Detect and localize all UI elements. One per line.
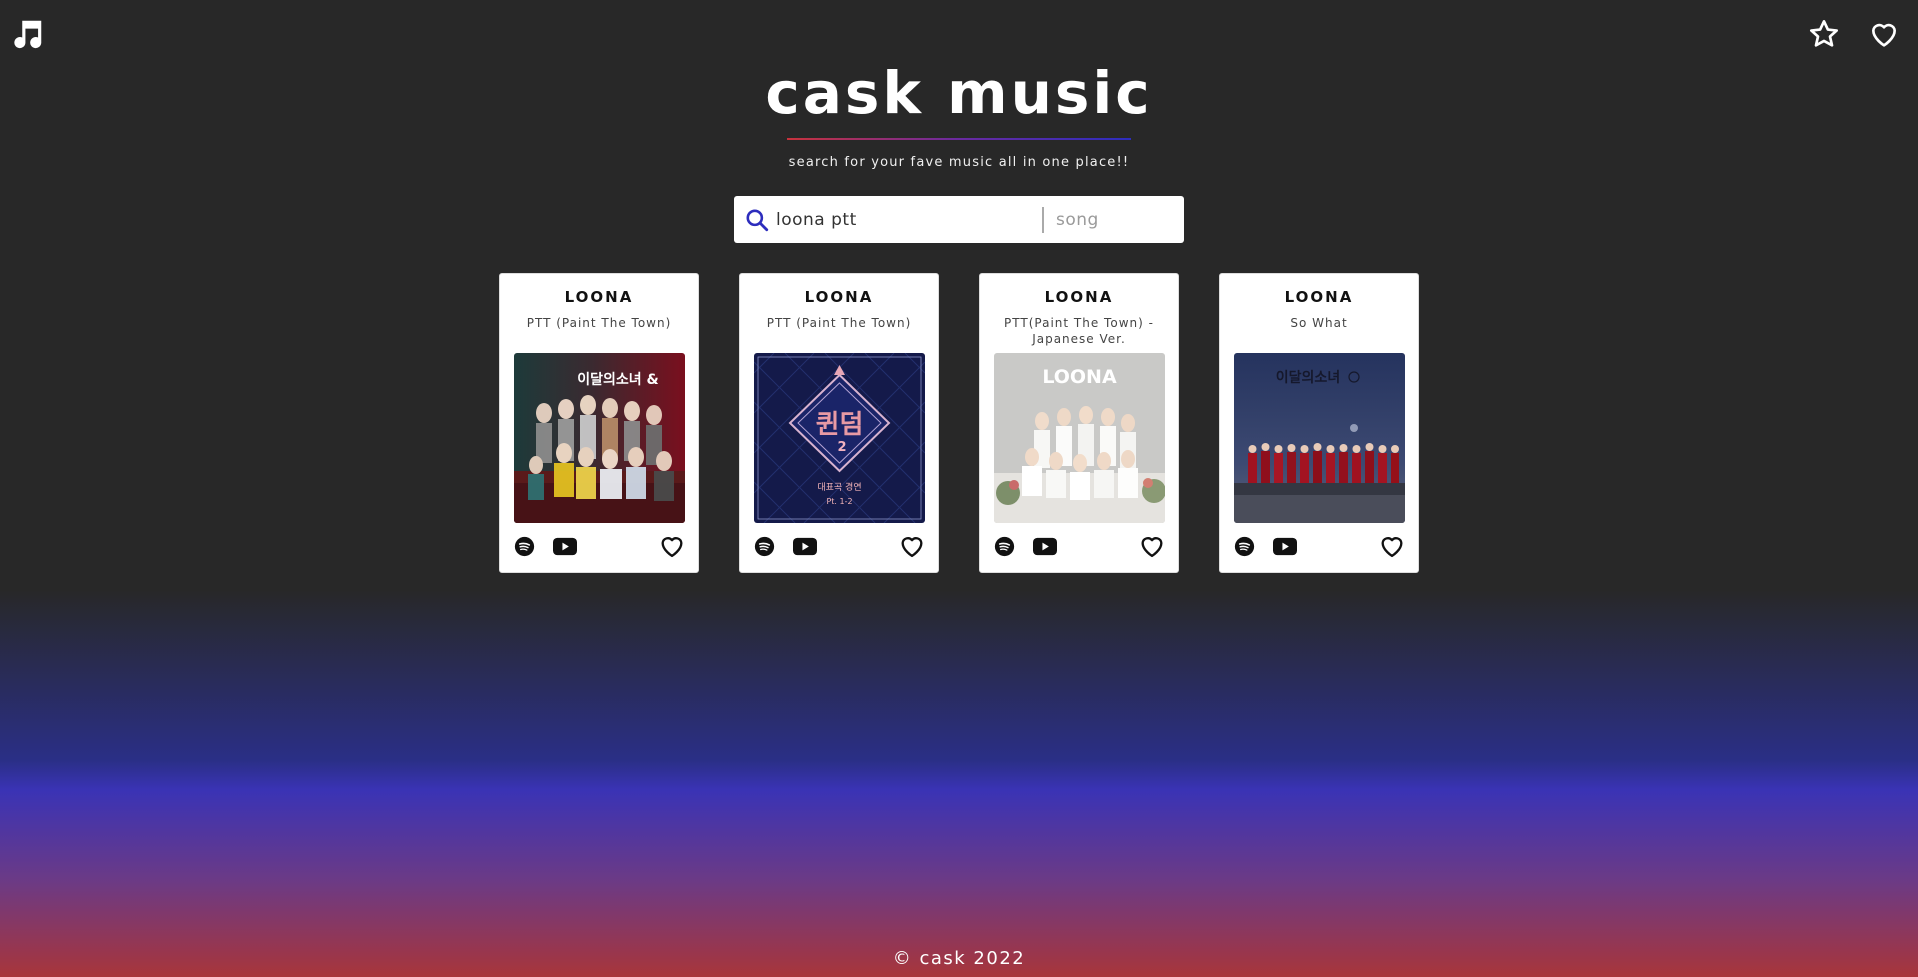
song-title: So What <box>1290 316 1348 330</box>
album-art-text: 2 <box>837 440 846 455</box>
album-art-text: 대표곡 경연 <box>817 481 861 493</box>
search-divider <box>1042 206 1044 233</box>
artist-name: LOONA <box>564 288 634 306</box>
top-actions <box>1808 18 1900 50</box>
album-art-text: 이달의소녀 <box>1276 369 1340 386</box>
heart-icon[interactable] <box>658 532 686 560</box>
album-art-text: 이달의소녀 & <box>577 371 658 388</box>
spotify-icon[interactable] <box>754 536 775 557</box>
spotify-icon[interactable] <box>1234 536 1255 557</box>
song-title: PTT(Paint The Town) - Japanese Ver. <box>1004 316 1154 346</box>
search-icon[interactable] <box>744 207 770 233</box>
album-art: 퀸덤 2 대표곡 경연 Pt. 1-2 <box>754 353 925 523</box>
card-actions <box>752 533 926 559</box>
music-note-icon[interactable] <box>8 16 46 54</box>
artist-name: LOONA <box>1044 288 1114 306</box>
spotify-icon[interactable] <box>994 536 1015 557</box>
youtube-icon[interactable] <box>793 537 817 556</box>
result-card: LOONA So What 이달의소녀 <box>1219 273 1419 573</box>
heart-icon[interactable] <box>1138 532 1166 560</box>
search-input[interactable] <box>776 209 1042 230</box>
album-art-text: LOONA <box>1042 366 1117 388</box>
page-subtitle: search for your fave music all in one pl… <box>788 155 1130 170</box>
result-card: LOONA PTT (Paint The Town) 퀸덤 2 대표곡 경연 P… <box>739 273 939 573</box>
card-actions <box>512 533 686 559</box>
youtube-icon[interactable] <box>1273 537 1297 556</box>
album-art-text: Pt. 1-2 <box>826 497 852 506</box>
album-art: 이달의소녀 & <box>514 353 685 523</box>
youtube-icon[interactable] <box>553 537 577 556</box>
heart-icon[interactable] <box>898 532 926 560</box>
search-type-field[interactable] <box>1056 209 1166 230</box>
page-title: cask music <box>765 59 1153 127</box>
album-art: LOONA <box>994 353 1165 523</box>
heart-icon[interactable] <box>1868 18 1900 50</box>
spotify-icon[interactable] <box>514 536 535 557</box>
result-card: LOONA PTT (Paint The Town) 이달의소녀 & <box>499 273 699 573</box>
artist-name: LOONA <box>1284 288 1354 306</box>
card-actions <box>992 533 1166 559</box>
title-underline <box>787 138 1131 140</box>
header: cask music search for your fave music al… <box>0 58 1918 170</box>
result-card: LOONA PTT(Paint The Town) - Japanese Ver… <box>979 273 1179 573</box>
artist-name: LOONA <box>804 288 874 306</box>
card-actions <box>1232 533 1406 559</box>
album-art: 이달의소녀 <box>1234 353 1405 523</box>
youtube-icon[interactable] <box>1033 537 1057 556</box>
heart-icon[interactable] <box>1378 532 1406 560</box>
footer: © cask 2022 <box>892 948 1026 969</box>
album-art-text: 퀸덤 <box>816 410 864 440</box>
results-grid: LOONA PTT (Paint The Town) 이달의소녀 & LOONA… <box>499 273 1419 573</box>
song-title: PTT (Paint The Town) <box>526 316 672 330</box>
song-title: PTT (Paint The Town) <box>766 316 912 330</box>
star-icon[interactable] <box>1808 18 1840 50</box>
search-bar <box>734 196 1184 243</box>
